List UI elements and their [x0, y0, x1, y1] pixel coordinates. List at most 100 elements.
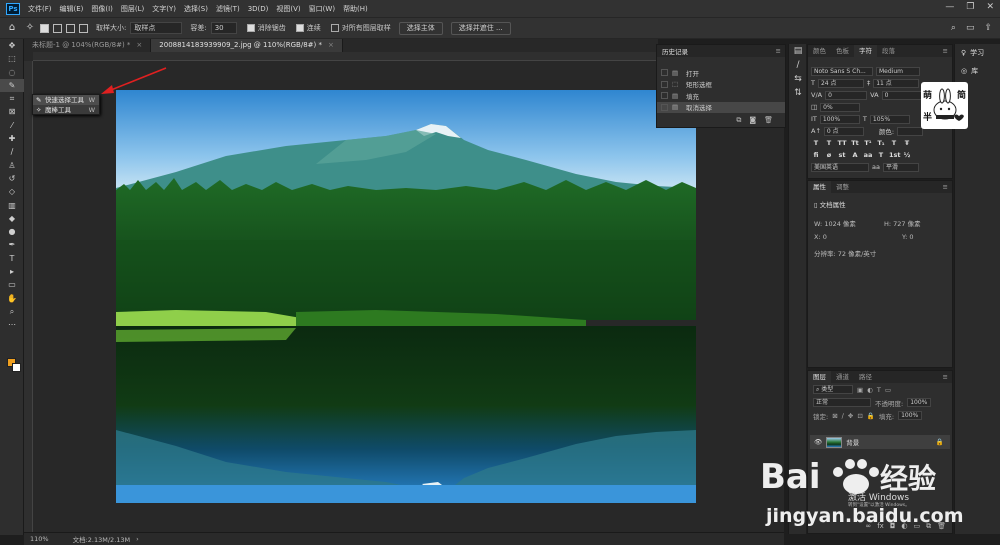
quick-selection-menu-item[interactable]: ✎ 快速选择工具 W — [33, 95, 99, 105]
tab-color[interactable]: 颜色 — [808, 45, 831, 57]
lock-position-icon[interactable]: ✥ — [848, 412, 853, 420]
lasso-tool-icon[interactable]: ◌ — [0, 66, 24, 79]
menu-3d[interactable]: 3D(D) — [248, 5, 269, 13]
height-field[interactable]: H: 727 像素 — [884, 218, 921, 231]
history-item[interactable]: ▤ 打开 — [657, 67, 785, 79]
sample-size-select[interactable]: 取样点 — [130, 22, 183, 34]
tab-photo[interactable]: 2008814183939909_2.jpg @ 110%(RGB/8#) * × — [151, 39, 343, 52]
panel-menu-icon[interactable]: ≡ — [943, 373, 948, 381]
tab-paths[interactable]: 路径 — [854, 371, 877, 383]
eyedropper-tool-icon[interactable]: ⁄ — [0, 119, 24, 132]
menu-image[interactable]: 图像(I) — [91, 4, 113, 14]
search-icon[interactable]: ⌕ — [951, 23, 956, 33]
panel-menu-icon[interactable]: ≡ — [943, 183, 948, 191]
sample-all-checkbox[interactable]: 对所有图层取样 — [330, 23, 391, 33]
menu-layer[interactable]: 图层(L) — [121, 4, 144, 14]
new-document-icon[interactable]: ⧉ — [736, 116, 741, 125]
tab-properties[interactable]: 属性 — [808, 181, 831, 193]
leading-input[interactable]: 11 点 — [873, 78, 920, 88]
pen-tool-icon[interactable]: ✒ — [0, 238, 24, 251]
healing-brush-icon[interactable]: ✚ — [0, 132, 24, 145]
select-and-mask-button[interactable]: 选择并遮住 ... — [450, 21, 511, 35]
close-icon[interactable]: × — [328, 41, 334, 49]
home-icon[interactable]: ⌂ — [6, 22, 18, 34]
brush-tool-icon[interactable]: ∕ — [0, 145, 24, 158]
faux-bold-icon[interactable]: T — [811, 139, 821, 147]
tab-adjustments[interactable]: 调整 — [831, 181, 854, 193]
intersect-selection-icon[interactable] — [79, 23, 88, 33]
camera-icon[interactable]: ◙ — [749, 116, 756, 125]
restore-button[interactable]: ❐ — [966, 2, 974, 12]
opacity-input[interactable]: 100% — [907, 398, 932, 407]
x-field[interactable]: X: 0 — [814, 231, 874, 244]
magic-wand-icon[interactable]: ✧ — [24, 22, 36, 34]
stylistic-icon[interactable]: st — [837, 151, 847, 159]
history-panel-icon[interactable]: ▤ — [789, 44, 807, 58]
brush-settings-icon[interactable]: ∕ — [789, 58, 807, 72]
panel-menu-icon[interactable]: ≡ — [776, 47, 781, 55]
adjust-panel-icon[interactable]: ⇅ — [789, 86, 807, 100]
gradient-tool-icon[interactable]: ▥ — [0, 199, 24, 212]
font-style-select[interactable]: Medium — [876, 66, 920, 76]
faux-italic-icon[interactable]: T — [824, 139, 834, 147]
fill-input[interactable]: 100% — [898, 411, 923, 420]
history-source-checkbox[interactable] — [661, 80, 668, 88]
filter-shape-icon[interactable]: ▭ — [885, 386, 891, 394]
tab-swatches[interactable]: 色板 — [831, 45, 854, 57]
titling-icon[interactable]: aa — [863, 151, 873, 159]
contiguous-checkbox[interactable]: 连续 — [295, 23, 321, 33]
magic-wand-menu-item[interactable]: ✧ 魔棒工具 W — [33, 105, 99, 115]
hand-tool-icon[interactable]: ✋ — [0, 292, 24, 305]
shape-tool-icon[interactable]: ▭ — [0, 278, 24, 291]
menu-window[interactable]: 窗口(W) — [309, 4, 335, 14]
close-icon[interactable]: × — [136, 41, 142, 49]
paths-panel-icon[interactable]: ⇆ — [789, 72, 807, 86]
marquee-tool-icon[interactable]: ⬚ — [0, 52, 24, 65]
select-subject-button[interactable]: 选择主体 — [398, 21, 443, 35]
tab-untitled[interactable]: 未标题-1 @ 104%(RGB/8#) * × — [24, 39, 152, 52]
width-field[interactable]: W: 1024 像素 — [814, 218, 856, 231]
trash-icon[interactable]: 🗑 — [764, 116, 773, 125]
font-size-input[interactable]: 24 点 — [817, 78, 864, 88]
menu-filter[interactable]: 滤镜(T) — [216, 4, 240, 14]
lock-all-icon[interactable]: 🔒 — [867, 412, 875, 420]
strikethrough-icon[interactable]: Ŧ — [902, 139, 912, 147]
zoom-level[interactable]: 110% — [30, 535, 49, 543]
tab-channels[interactable]: 通道 — [831, 371, 854, 383]
panel-menu-icon[interactable]: ≡ — [943, 47, 948, 55]
font-family-select[interactable]: Noto Sans S Ch... — [811, 66, 873, 76]
text-color-swatch[interactable] — [897, 126, 924, 136]
baseline-input[interactable]: 0 点 — [823, 126, 864, 136]
superscript-icon[interactable]: T¹ — [863, 139, 873, 147]
horizontal-scale-input[interactable]: 105% — [869, 114, 910, 124]
kerning-input[interactable]: 0 — [825, 90, 868, 100]
more-tools-icon[interactable]: ⋯ — [0, 318, 24, 331]
minimize-button[interactable]: — — [945, 2, 954, 12]
quick-selection-tool-icon[interactable]: ✎ — [0, 78, 24, 93]
menu-help[interactable]: 帮助(H) — [343, 4, 368, 14]
ordinal-icon[interactable]: T — [876, 151, 886, 159]
history-item[interactable]: ▤ 取消选择 — [657, 101, 785, 113]
tracking-input[interactable]: 0 — [881, 90, 924, 100]
tolerance-input[interactable]: 30 — [210, 22, 237, 34]
background-color-swatch[interactable] — [12, 363, 21, 372]
fraction-icon[interactable]: 1st — [889, 151, 901, 159]
zoom-tool-icon[interactable]: ⌕ — [0, 305, 24, 318]
swash-icon[interactable]: A — [850, 151, 860, 159]
language-select[interactable]: 美国英语 — [811, 162, 869, 172]
lock-artboard-icon[interactable]: ⊡ — [857, 412, 862, 420]
share-icon[interactable]: ⇪ — [984, 23, 992, 33]
learn-button[interactable]: ♀ 学习 — [955, 44, 1000, 62]
new-selection-icon[interactable] — [40, 23, 49, 33]
crop-tool-icon[interactable]: ⌗ — [0, 92, 24, 105]
y-field[interactable]: Y: 0 — [902, 231, 914, 244]
history-item[interactable]: ⬚ 矩形选框 — [657, 79, 785, 91]
history-brush-icon[interactable]: ↺ — [0, 172, 24, 185]
document-image[interactable] — [116, 90, 696, 503]
tsume-input[interactable]: 0% — [820, 102, 861, 112]
menu-type[interactable]: 文字(Y) — [152, 4, 176, 14]
close-button[interactable]: ✕ — [986, 2, 994, 12]
underline-icon[interactable]: T — [889, 139, 899, 147]
menu-file[interactable]: 文件(F) — [28, 4, 52, 14]
vertical-scale-input[interactable]: 100% — [819, 114, 860, 124]
